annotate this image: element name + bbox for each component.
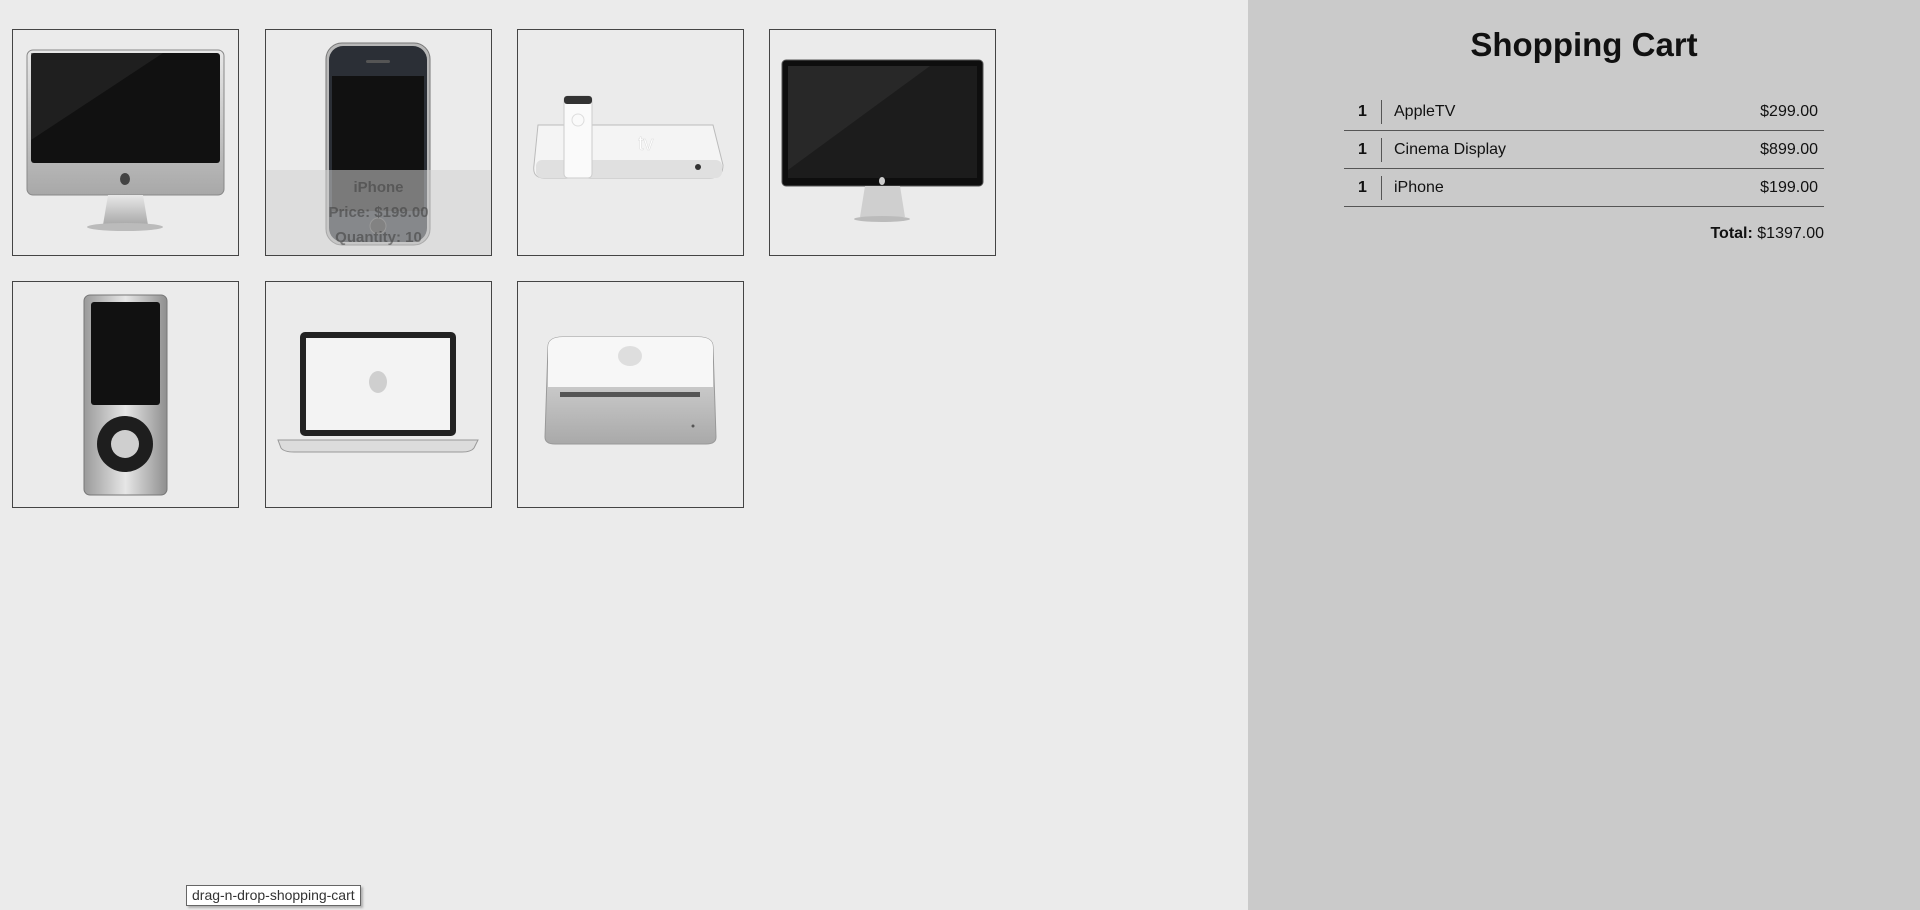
overlay-title: iPhone [353,179,404,196]
cart-total: Total: $1397.00 [1344,225,1824,243]
product-mac-mini[interactable] [517,281,744,508]
cart-item-price: $199.00 [1673,168,1824,207]
product-macbook[interactable] [265,281,492,508]
cinema-display-icon [781,59,984,222]
appletv-icon: tv [533,95,724,179]
imac-icon [26,49,225,231]
cart-total-value: $1397.00 [1757,225,1824,242]
shopping-cart-panel[interactable]: Shopping Cart 1 AppleTV $299.00 1 Cinema… [1248,0,1920,910]
product-ipod[interactable] [12,281,239,508]
macbook-icon [277,332,479,453]
cart-total-label: Total: [1710,225,1758,242]
cart-table: 1 AppleTV $299.00 1 Cinema Display $899.… [1344,93,1824,207]
cart-row[interactable]: 1 AppleTV $299.00 [1344,93,1824,131]
mac-mini-icon [544,336,717,445]
product-grid: iPhone Price: $199.00 Quantity: 10 tv [0,0,1248,910]
product-iphone[interactable]: iPhone Price: $199.00 Quantity: 10 [265,29,492,256]
product-appletv[interactable]: tv [517,29,744,256]
cart-item-price: $899.00 [1673,130,1824,169]
cart-row[interactable]: 1 iPhone $199.00 [1344,168,1824,207]
cart-item-qty: 1 [1344,137,1382,162]
svg-text:tv: tv [638,133,654,155]
overlay-quantity: Quantity: 10 [335,229,422,246]
cart-item-name: Cinema Display [1382,130,1674,169]
cart-row[interactable]: 1 Cinema Display $899.00 [1344,130,1824,169]
cart-item-qty: 1 [1344,99,1382,124]
ipod-icon [83,294,168,496]
product-imac[interactable] [12,29,239,256]
cart-title: Shopping Cart [1470,26,1698,63]
cart-item-name: AppleTV [1382,93,1674,131]
tooltip: drag-n-drop-shopping-cart [186,885,361,906]
cart-item-qty: 1 [1344,175,1382,200]
product-info-overlay: iPhone Price: $199.00 Quantity: 10 [266,170,491,255]
product-cinema-display[interactable] [769,29,996,256]
cart-item-price: $299.00 [1673,93,1824,131]
cart-item-name: iPhone [1382,168,1674,207]
overlay-price: Price: $199.00 [328,204,429,221]
